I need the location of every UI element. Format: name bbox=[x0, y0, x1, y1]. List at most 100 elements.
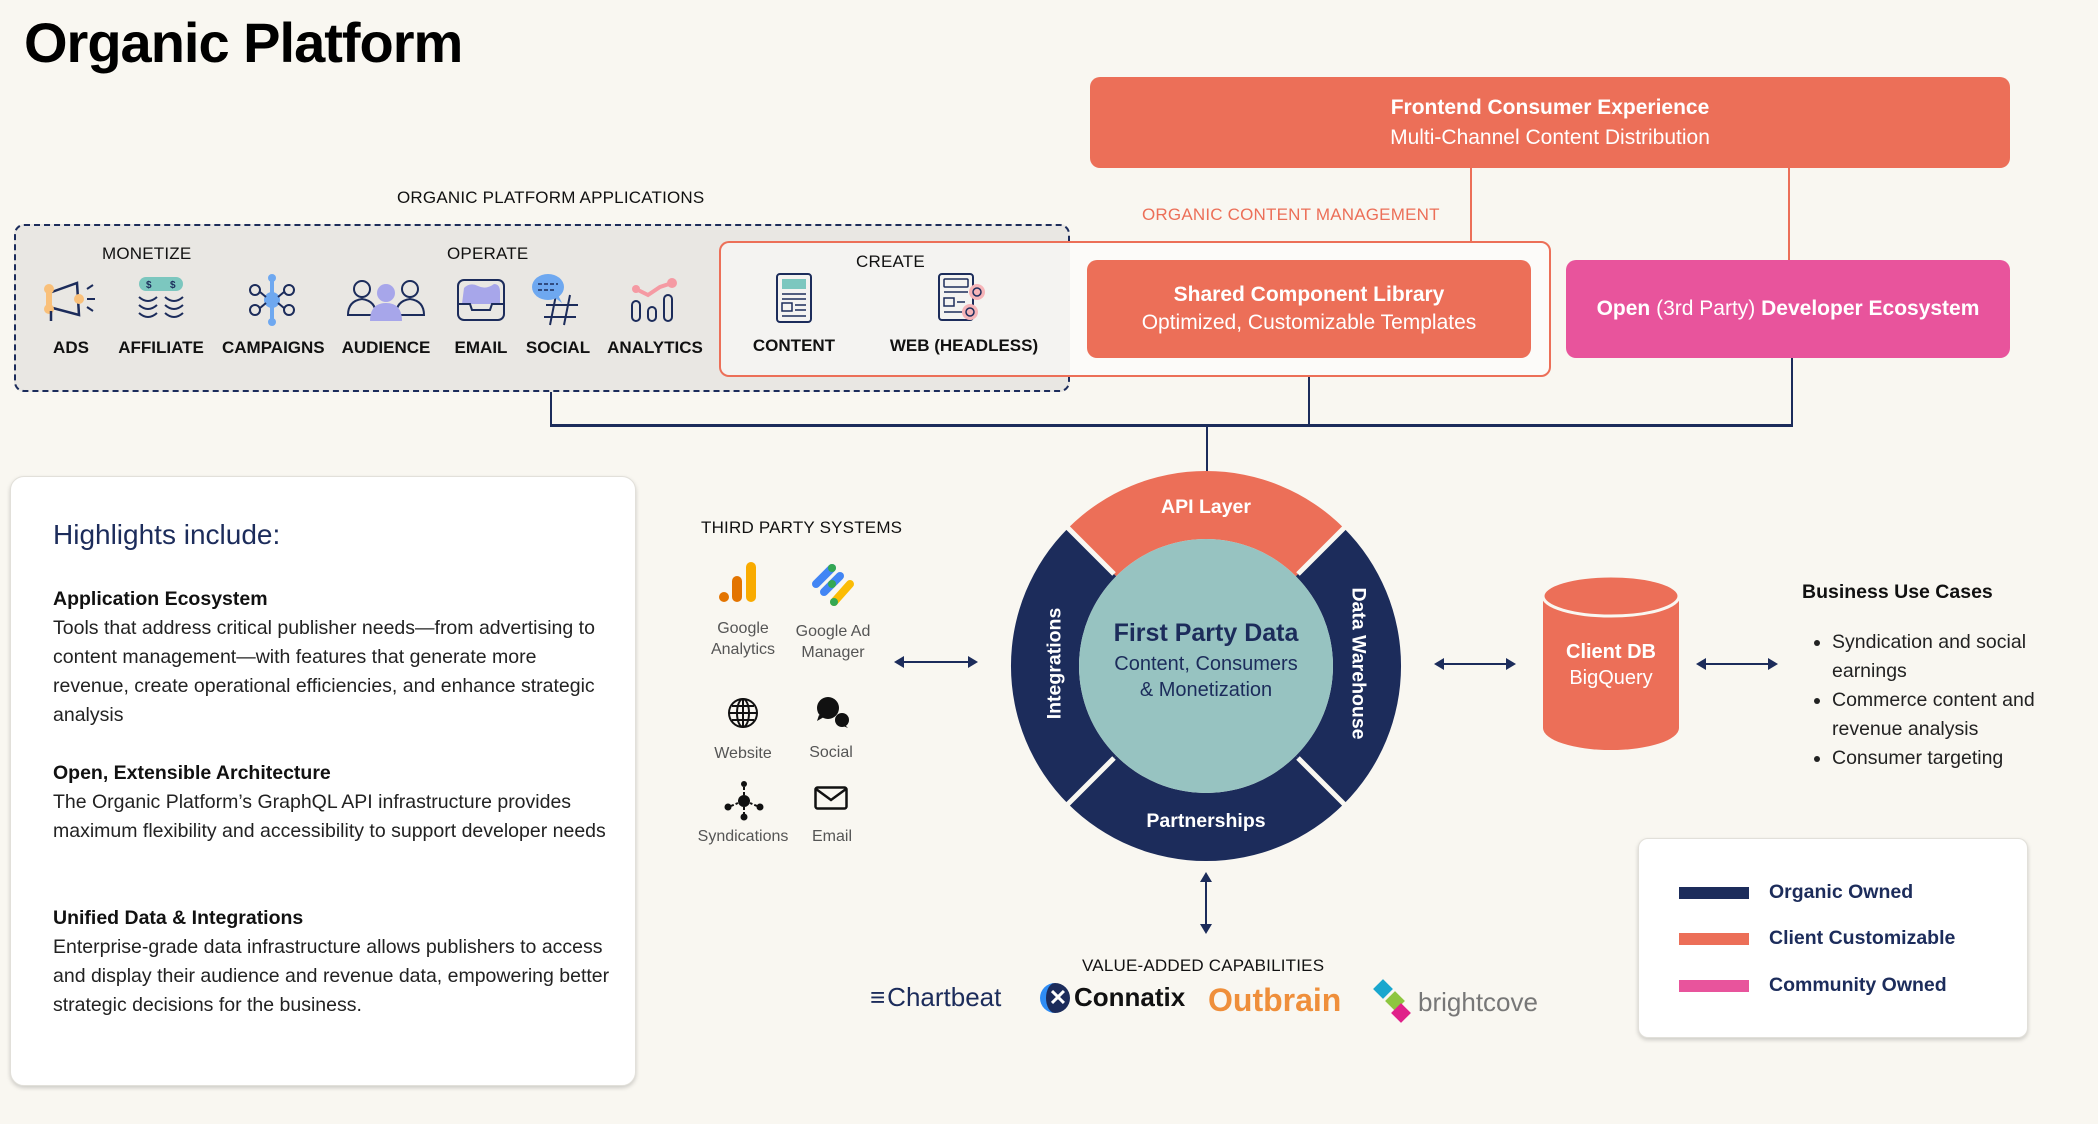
coins-icon: $ $ bbox=[111, 272, 211, 328]
dev-bold-1: Open bbox=[1596, 297, 1651, 320]
shared-component-library-box[interactable]: Shared Component Library Optimized, Cust… bbox=[1087, 260, 1531, 358]
third-party-label: Google Ad Manager bbox=[795, 623, 871, 661]
brightcove-logo[interactable]: brightcove bbox=[1373, 979, 1538, 1023]
core-title: First Party Data bbox=[1113, 619, 1299, 647]
use-case-item: Consumer targeting bbox=[1832, 744, 2082, 773]
google-analytics-icon bbox=[718, 562, 758, 609]
hub-icon bbox=[724, 781, 764, 826]
megaphone-icon bbox=[21, 272, 121, 328]
client-db-title: Client DB bbox=[1566, 641, 1656, 663]
logo-text: Connatix bbox=[1074, 982, 1186, 1012]
app-label: CONTENT bbox=[752, 336, 836, 355]
value-added-heading: VALUE-ADDED CAPABILITIES bbox=[1082, 956, 1325, 975]
app-label: AUDIENCE bbox=[341, 338, 431, 357]
use-case-item: Syndication and social earnings bbox=[1832, 628, 2082, 686]
app-campaigns[interactable]: CAMPAIGNS bbox=[222, 272, 325, 358]
app-audience[interactable]: AUDIENCE bbox=[336, 272, 436, 358]
chartbeat-icon: ≡ bbox=[870, 982, 886, 1012]
connector-apps-down bbox=[550, 392, 552, 426]
highlight-body: Tools that address critical publisher ne… bbox=[53, 617, 595, 726]
logo-text: brightcove bbox=[1418, 986, 1538, 1017]
connatix-icon: ✕ bbox=[1040, 982, 1070, 1013]
group-create: CREATE bbox=[856, 252, 925, 271]
connector-frontend-to-ocm bbox=[1470, 168, 1472, 242]
svg-text:$: $ bbox=[146, 280, 152, 291]
arrow-core-value-added bbox=[1199, 872, 1213, 939]
chat-bubbles-icon bbox=[815, 695, 851, 734]
highlight-body: The Organic Platform’s GraphQL API infra… bbox=[53, 791, 606, 842]
highlight-title: Open, Extensible Architecture bbox=[53, 762, 331, 784]
client-db-subtitle: BigQuery bbox=[1569, 667, 1653, 689]
shared-lib-subtitle: Optimized, Customizable Templates bbox=[1141, 311, 1477, 334]
app-label: ANALYTICS bbox=[607, 338, 703, 357]
dev-light: (3rd Party) bbox=[1650, 297, 1762, 320]
segment-label-api-layer: API Layer bbox=[1161, 496, 1251, 518]
legend-box: Organic Owned Client Customizable Commun… bbox=[1638, 838, 2028, 1038]
apps-heading: ORGANIC PLATFORM APPLICATIONS bbox=[397, 188, 705, 207]
logo-text: Outbrain bbox=[1208, 982, 1342, 1018]
business-use-cases-heading: Business Use Cases bbox=[1802, 581, 1993, 603]
legend-item-community-owned: Community Owned bbox=[1679, 974, 1947, 997]
app-ads[interactable]: ADS bbox=[21, 272, 121, 358]
connector-ocm-down bbox=[1308, 377, 1310, 426]
group-operate: OPERATE bbox=[447, 244, 529, 263]
connector-frontend-to-dev bbox=[1788, 168, 1790, 260]
app-label: WEB (HEADLESS) bbox=[889, 336, 1039, 355]
connector-horizontal-bus bbox=[550, 424, 1793, 427]
legend-swatch bbox=[1679, 886, 1749, 899]
chartbeat-logo[interactable]: ≡ Chartbeat bbox=[870, 982, 1001, 1013]
business-use-cases: Business Use Cases Syndication and socia… bbox=[1802, 581, 2082, 773]
highlight-open-architecture: Open, Extensible Architecture The Organi… bbox=[53, 759, 613, 846]
page-title: Organic Platform bbox=[24, 11, 463, 74]
developer-ecosystem-box[interactable]: Open (3rd Party) Developer Ecosystem bbox=[1566, 260, 2010, 358]
dev-bold-2: Developer Ecosystem bbox=[1761, 297, 1980, 320]
connatix-logo[interactable]: ✕ Connatix bbox=[1040, 982, 1185, 1013]
third-party-label: Social bbox=[809, 744, 853, 761]
highlight-title: Unified Data & Integrations bbox=[53, 907, 304, 929]
network-icon bbox=[222, 272, 322, 328]
brightcove-icon bbox=[1373, 979, 1416, 1023]
highlight-body: Enterprise-grade data infrastructure all… bbox=[53, 936, 610, 1016]
highlights-panel: Highlights include: Application Ecosyste… bbox=[10, 476, 636, 1086]
segment-label-partnerships: Partnerships bbox=[1146, 810, 1266, 832]
legend-swatch bbox=[1679, 932, 1749, 945]
app-web-headless[interactable]: WEB (HEADLESS) bbox=[890, 270, 1038, 356]
people-icon bbox=[336, 272, 436, 328]
frontend-subtitle: Multi-Channel Content Distribution bbox=[1390, 125, 1710, 149]
legend-label: Organic Owned bbox=[1769, 881, 1914, 903]
document-icon bbox=[744, 270, 844, 326]
arrow-clientdb-usecases bbox=[1696, 657, 1778, 676]
app-social[interactable]: SOCIAL bbox=[508, 272, 608, 358]
arrow-third-party-core bbox=[894, 655, 978, 674]
legend-label: Client Customizable bbox=[1769, 927, 1956, 949]
frontend-consumer-experience-box[interactable]: Frontend Consumer Experience Multi-Chann… bbox=[1090, 77, 2010, 168]
highlights-heading: Highlights include: bbox=[53, 519, 281, 550]
legend-item-client-customizable: Client Customizable bbox=[1679, 927, 1955, 950]
app-label: CAMPAIGNS bbox=[222, 338, 325, 357]
logo-text: Chartbeat bbox=[887, 982, 1002, 1012]
use-case-item: Commerce content and revenue analysis bbox=[1832, 686, 2082, 744]
app-label: AFFILIATE bbox=[118, 338, 204, 357]
app-affiliate[interactable]: $ $ AFFILIATE bbox=[111, 272, 211, 358]
bar-analytics-icon bbox=[605, 272, 705, 328]
core-subtitle-2: & Monetization bbox=[1139, 679, 1273, 701]
legend-item-organic-owned: Organic Owned bbox=[1679, 881, 1913, 904]
svg-text:$: $ bbox=[170, 280, 176, 291]
highlight-unified-data: Unified Data & Integrations Enterprise-g… bbox=[53, 904, 613, 1020]
highlight-application-ecosystem: Application Ecosystem Tools that address… bbox=[53, 585, 613, 730]
envelope-icon bbox=[814, 786, 848, 815]
globe-icon bbox=[727, 697, 759, 734]
group-monetize: MONETIZE bbox=[102, 244, 192, 263]
legend-label: Community Owned bbox=[1769, 974, 1947, 996]
third-party-label: Email bbox=[811, 828, 852, 845]
core-subtitle-1: Content, Consumers bbox=[1114, 653, 1298, 675]
arrow-core-clientdb bbox=[1434, 657, 1516, 676]
app-analytics[interactable]: ANALYTICS bbox=[605, 272, 705, 358]
third-party-heading: THIRD PARTY SYSTEMS bbox=[701, 518, 903, 537]
outbrain-logo[interactable]: Outbrain bbox=[1208, 982, 1341, 1019]
hashtag-chat-icon bbox=[508, 272, 608, 328]
app-content[interactable]: CONTENT bbox=[744, 270, 844, 356]
google-ad-manager-icon bbox=[810, 562, 856, 613]
client-db-cylinder[interactable] bbox=[1541, 574, 1681, 754]
frontend-title: Frontend Consumer Experience bbox=[1390, 95, 1710, 119]
